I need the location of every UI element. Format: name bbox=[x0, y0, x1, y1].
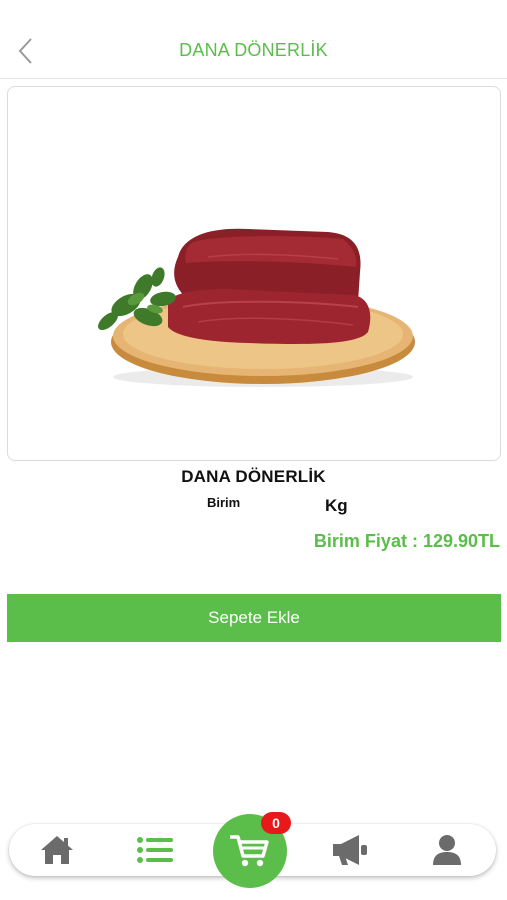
product-name: DANA DÖNERLİK bbox=[181, 467, 326, 486]
unit-value: Kg bbox=[325, 496, 348, 515]
meat-on-board-image bbox=[98, 228, 415, 387]
tab-categories[interactable] bbox=[125, 824, 185, 876]
cart-count-badge: 0 bbox=[261, 812, 291, 834]
tab-home[interactable] bbox=[27, 824, 87, 876]
megaphone-icon bbox=[333, 835, 367, 865]
tab-announcements[interactable] bbox=[321, 824, 381, 876]
page-title: DANA DÖNERLİK bbox=[179, 40, 328, 60]
top-nav-bar: DANA DÖNERLİK bbox=[0, 0, 507, 79]
user-icon bbox=[433, 835, 461, 865]
home-icon bbox=[41, 836, 73, 864]
unit-price: Birim Fiyat : 129.90TL bbox=[313, 531, 500, 551]
cart-icon bbox=[230, 835, 269, 867]
tab-profile[interactable] bbox=[417, 824, 477, 876]
product-image bbox=[7, 86, 501, 461]
unit-label: Birim bbox=[207, 495, 241, 510]
add-to-cart-button[interactable]: Sepete Ekle bbox=[7, 594, 501, 642]
list-icon bbox=[137, 837, 173, 863]
